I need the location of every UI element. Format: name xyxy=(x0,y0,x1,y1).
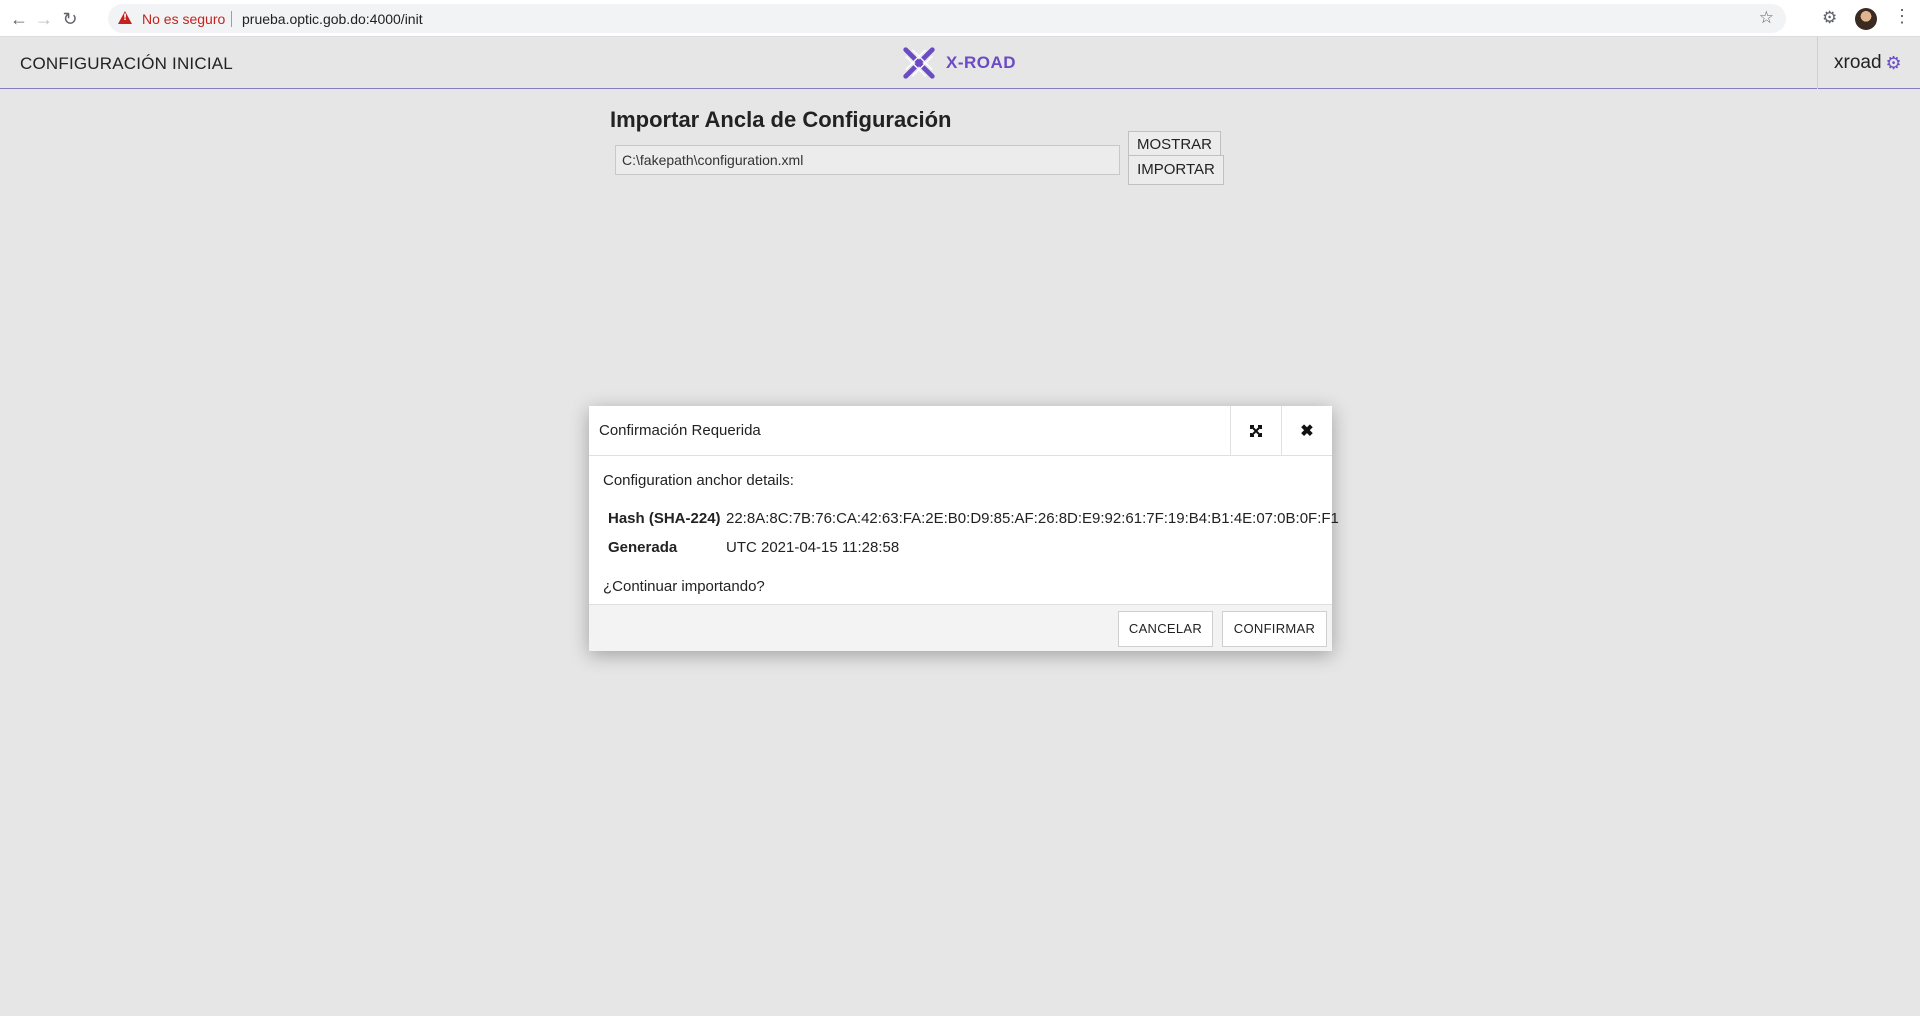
reload-icon[interactable]: ↻ xyxy=(57,6,83,32)
avatar[interactable] xyxy=(1855,8,1877,30)
warning-icon[interactable] xyxy=(118,11,132,24)
import-button[interactable]: IMPORTAR xyxy=(1128,155,1224,185)
x-road-logo-icon xyxy=(903,47,935,79)
logo-text: X-ROAD xyxy=(946,53,1017,72)
dialog-title: Confirmación Requerida xyxy=(599,422,761,439)
confirm-button[interactable]: CONFIRMAR xyxy=(1222,611,1327,647)
hash-label: Hash (SHA-224) xyxy=(608,510,721,527)
address-bar[interactable]: No es seguro prueba.optic.gob.do:4000/in… xyxy=(108,4,1786,33)
kebab-menu-icon[interactable]: ⋮ xyxy=(1893,6,1911,27)
close-icon[interactable]: ✖ xyxy=(1281,406,1332,456)
dialog-footer: CANCELAR CONFIRMAR xyxy=(589,604,1332,651)
confirmation-dialog: Confirmación Requerida ✖ Configuration a… xyxy=(589,406,1339,651)
browser-toolbar: ← → ↻ No es seguro prueba.optic.gob.do:4… xyxy=(0,0,1920,37)
star-icon[interactable]: ☆ xyxy=(1759,8,1774,28)
cancel-button[interactable]: CANCELAR xyxy=(1118,611,1213,647)
address-divider xyxy=(231,11,232,27)
logo: X-ROAD xyxy=(900,45,1016,81)
maximize-icon[interactable] xyxy=(1230,406,1281,456)
username[interactable]: xroad xyxy=(1834,52,1882,74)
url-text[interactable]: prueba.optic.gob.do:4000/init xyxy=(242,11,423,27)
app-header: CONFIGURACIÓN INICIAL X-ROAD xroad ⚙ xyxy=(0,37,1920,89)
dialog-body: Configuration anchor details: Hash (SHA-… xyxy=(589,456,1339,602)
forward-icon[interactable]: → xyxy=(31,6,57,32)
continue-question: ¿Continuar importando? xyxy=(603,578,765,595)
dialog-header: Confirmación Requerida ✖ xyxy=(589,406,1332,456)
browse-button[interactable]: MOSTRAR xyxy=(1128,131,1221,158)
section-title: Importar Ancla de Configuración xyxy=(610,107,952,132)
back-icon[interactable]: ← xyxy=(6,6,32,32)
insecure-label[interactable]: No es seguro xyxy=(142,11,225,27)
puzzle-icon[interactable]: ⚙ xyxy=(1822,8,1837,28)
user-menu[interactable]: xroad ⚙ xyxy=(1834,52,1902,74)
file-path-input[interactable] xyxy=(615,145,1120,175)
maximize-glyph xyxy=(1250,425,1262,437)
generated-value: UTC 2021-04-15 11:28:58 xyxy=(726,539,900,556)
gear-icon[interactable]: ⚙ xyxy=(1886,53,1902,74)
header-divider xyxy=(1817,37,1818,89)
generated-label: Generada xyxy=(608,539,678,556)
page-title: CONFIGURACIÓN INICIAL xyxy=(20,54,233,73)
dialog-intro: Configuration anchor details: xyxy=(603,472,794,489)
hash-value: 22:8A:8C:7B:76:CA:42:63:FA:2E:B0:D9:85:A… xyxy=(726,510,1339,527)
